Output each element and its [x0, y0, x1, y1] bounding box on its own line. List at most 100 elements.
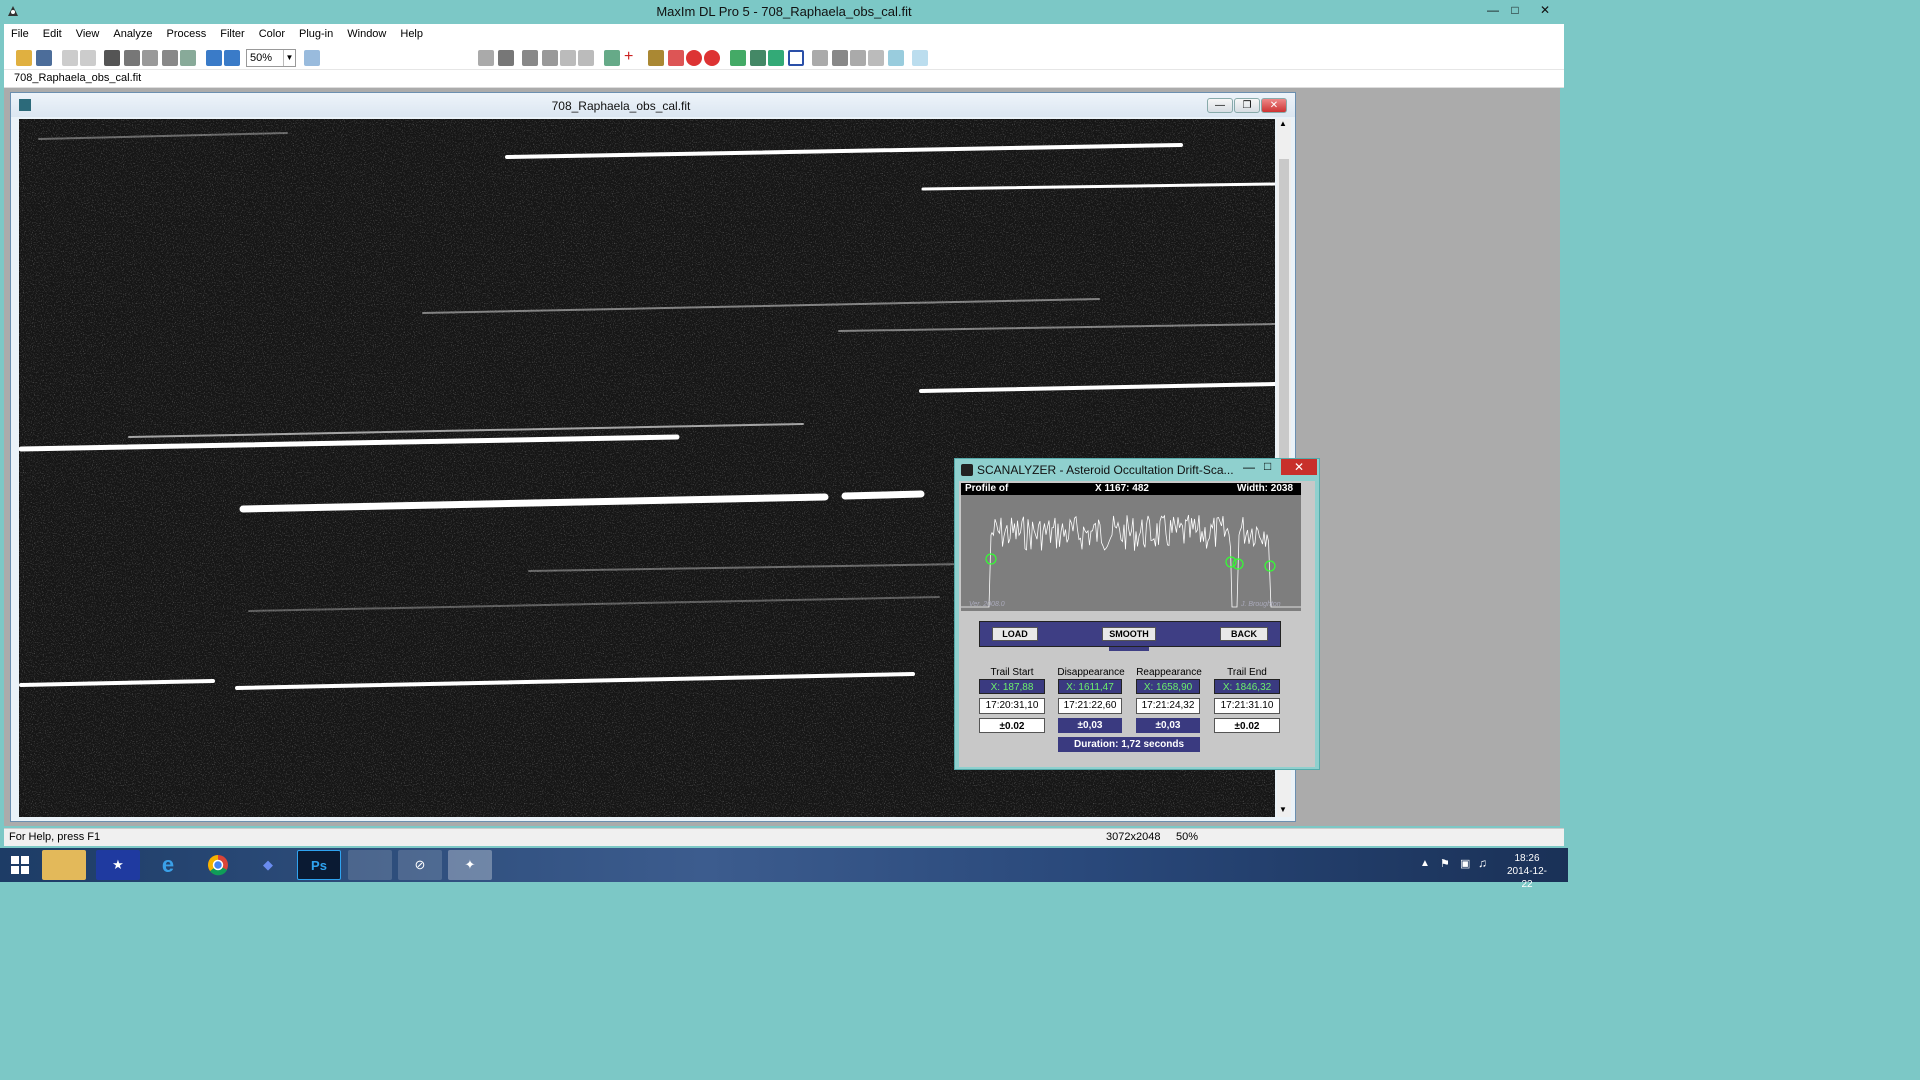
menu-analyze[interactable]: Analyze: [106, 24, 159, 40]
light-curve-plot[interactable]: Profile of X 1167: 482 Width: 2038 Ver. …: [961, 483, 1301, 611]
tray-expand-icon[interactable]: ▲: [1420, 858, 1430, 869]
menu-plugin[interactable]: Plug-in: [292, 24, 340, 40]
image-window-title: 708_Raphaela_obs_cal.fit: [551, 99, 691, 113]
telescope-icon[interactable]: [542, 50, 558, 66]
pan-icon[interactable]: [162, 50, 178, 66]
trail-end-time-input[interactable]: 17:21:31.10: [1214, 698, 1280, 714]
zoom-in-icon[interactable]: [206, 50, 222, 66]
back-button[interactable]: BACK: [1220, 627, 1268, 641]
trail-start-time-input[interactable]: 17:20:31,10: [979, 698, 1045, 714]
crosshair-icon[interactable]: +: [624, 49, 640, 66]
thermometer-icon[interactable]: [648, 50, 664, 66]
chevron-down-icon[interactable]: ▼: [283, 50, 295, 66]
network-icon[interactable]: ▣: [1460, 857, 1470, 870]
scroll-up-icon[interactable]: ▲: [1279, 119, 1287, 128]
open-icon[interactable]: [16, 50, 32, 66]
trail-end-error[interactable]: ±0.02: [1214, 718, 1280, 733]
author-credit: J. Broughton: [1241, 601, 1281, 608]
smooth-slider[interactable]: [1109, 647, 1149, 651]
square-icon[interactable]: [788, 50, 804, 66]
notes-app-icon[interactable]: [348, 850, 392, 880]
zoom-select[interactable]: 50% ▼: [246, 49, 296, 67]
toolbar: 50% ▼ +: [4, 46, 1564, 70]
image-minimize-icon[interactable]: —: [1207, 98, 1233, 113]
redo-icon[interactable]: [80, 50, 96, 66]
menu-file[interactable]: File: [4, 24, 36, 40]
undo-icon[interactable]: [62, 50, 78, 66]
scan-close-icon[interactable]: ✕: [1281, 459, 1317, 475]
close-icon[interactable]: ✕: [1534, 2, 1556, 18]
load-button[interactable]: LOAD: [992, 627, 1038, 641]
scanalyzer-icon: [961, 464, 973, 476]
frame-icon[interactable]: [812, 50, 828, 66]
crop-icon[interactable]: [124, 50, 140, 66]
record-icon[interactable]: [704, 50, 720, 66]
stop-icon[interactable]: [686, 50, 702, 66]
scanalyzer-window[interactable]: SCANALYZER - Asteroid Occultation Drift-…: [954, 458, 1320, 770]
line-icon[interactable]: [868, 50, 884, 66]
stack-icon[interactable]: [498, 50, 514, 66]
reappearance-time-input[interactable]: 17:21:24,32: [1136, 698, 1200, 714]
gem-app-icon[interactable]: ◆: [246, 850, 290, 880]
menu-edit[interactable]: Edit: [36, 24, 69, 40]
grid-icon[interactable]: [668, 50, 684, 66]
menu-process[interactable]: Process: [160, 24, 214, 40]
smooth-button[interactable]: SMOOTH: [1102, 627, 1156, 641]
scan-minimize-icon[interactable]: —: [1243, 460, 1255, 474]
menu-color[interactable]: Color: [252, 24, 292, 40]
stellarium-icon[interactable]: ★: [96, 850, 140, 880]
cursor-readout: X 1167: 482: [1095, 483, 1149, 494]
save-icon[interactable]: [36, 50, 52, 66]
action-center-flag-icon[interactable]: ⚑: [1440, 857, 1450, 870]
taskbar-date: 2014-12-22: [1506, 866, 1548, 890]
slope-icon[interactable]: [888, 50, 904, 66]
clock-app-icon[interactable]: ⊘: [398, 850, 442, 880]
maximize-icon[interactable]: □: [1504, 2, 1526, 18]
status-bar: For Help, press F1 3072x2048 50%: [4, 828, 1564, 846]
help-pointer-icon[interactable]: [304, 50, 320, 66]
photoshop-icon[interactable]: Ps: [297, 850, 341, 880]
scroll-down-icon[interactable]: ▼: [1279, 805, 1287, 814]
disappearance-time-input[interactable]: 17:21:22,60: [1058, 698, 1122, 714]
image-icon[interactable]: [104, 50, 120, 66]
scan-maximize-icon[interactable]: □: [1264, 459, 1271, 473]
image-restore-icon[interactable]: ❐: [1234, 98, 1260, 113]
file-explorer-icon[interactable]: [42, 850, 86, 880]
ruler-icon[interactable]: [478, 50, 494, 66]
focus-icon[interactable]: [578, 50, 594, 66]
copy-icon[interactable]: [604, 50, 620, 66]
width-readout: Width: 2038: [1237, 483, 1294, 494]
zoom-out-icon[interactable]: [224, 50, 240, 66]
picture-icon[interactable]: [832, 50, 848, 66]
menu-help[interactable]: Help: [393, 24, 430, 40]
camera-icon[interactable]: [522, 50, 538, 66]
asteroid-trail-after: [841, 490, 925, 500]
image-window-title-bar[interactable]: 708_Raphaela_obs_cal.fit — ❐ ✕: [11, 93, 1295, 117]
scanalyzer-title-bar[interactable]: SCANALYZER - Asteroid Occultation Drift-…: [955, 459, 1319, 481]
taskbar-clock[interactable]: 18:26 2014-12-22: [1502, 852, 1552, 891]
menu-filter[interactable]: Filter: [213, 24, 251, 40]
flip-icon[interactable]: [142, 50, 158, 66]
internet-explorer-icon[interactable]: e: [146, 850, 190, 880]
guider-icon[interactable]: [560, 50, 576, 66]
chrome-icon[interactable]: [196, 850, 240, 880]
volume-icon[interactable]: ♫: [1478, 856, 1487, 870]
menu-window[interactable]: Window: [340, 24, 393, 40]
histogram-icon[interactable]: [730, 50, 746, 66]
zoom-value: 50%: [250, 52, 273, 64]
menu-view[interactable]: View: [69, 24, 107, 40]
disappearance-header: Disappearance: [1057, 667, 1125, 678]
trail-start-error[interactable]: ±0.02: [979, 718, 1045, 733]
disappearance-x: X: 1611,47: [1058, 679, 1122, 694]
windows-start-icon[interactable]: [0, 850, 40, 880]
stretch-icon[interactable]: [768, 50, 784, 66]
windows-taskbar: ★ e ◆ Ps ⊘ ✦ ▲ ⚑ ▣ ♫ 18:26 2014-12-22: [0, 848, 1568, 890]
image-close-icon[interactable]: ✕: [1261, 98, 1287, 113]
window-icon[interactable]: [180, 50, 196, 66]
layers-icon[interactable]: [750, 50, 766, 66]
document-tab[interactable]: 708_Raphaela_obs_cal.fit: [14, 72, 141, 84]
curve-icon[interactable]: [850, 50, 866, 66]
sparkle-icon[interactable]: [912, 50, 928, 66]
maxim-taskbar-icon[interactable]: ✦: [448, 850, 492, 880]
minimize-icon[interactable]: —: [1482, 2, 1504, 18]
